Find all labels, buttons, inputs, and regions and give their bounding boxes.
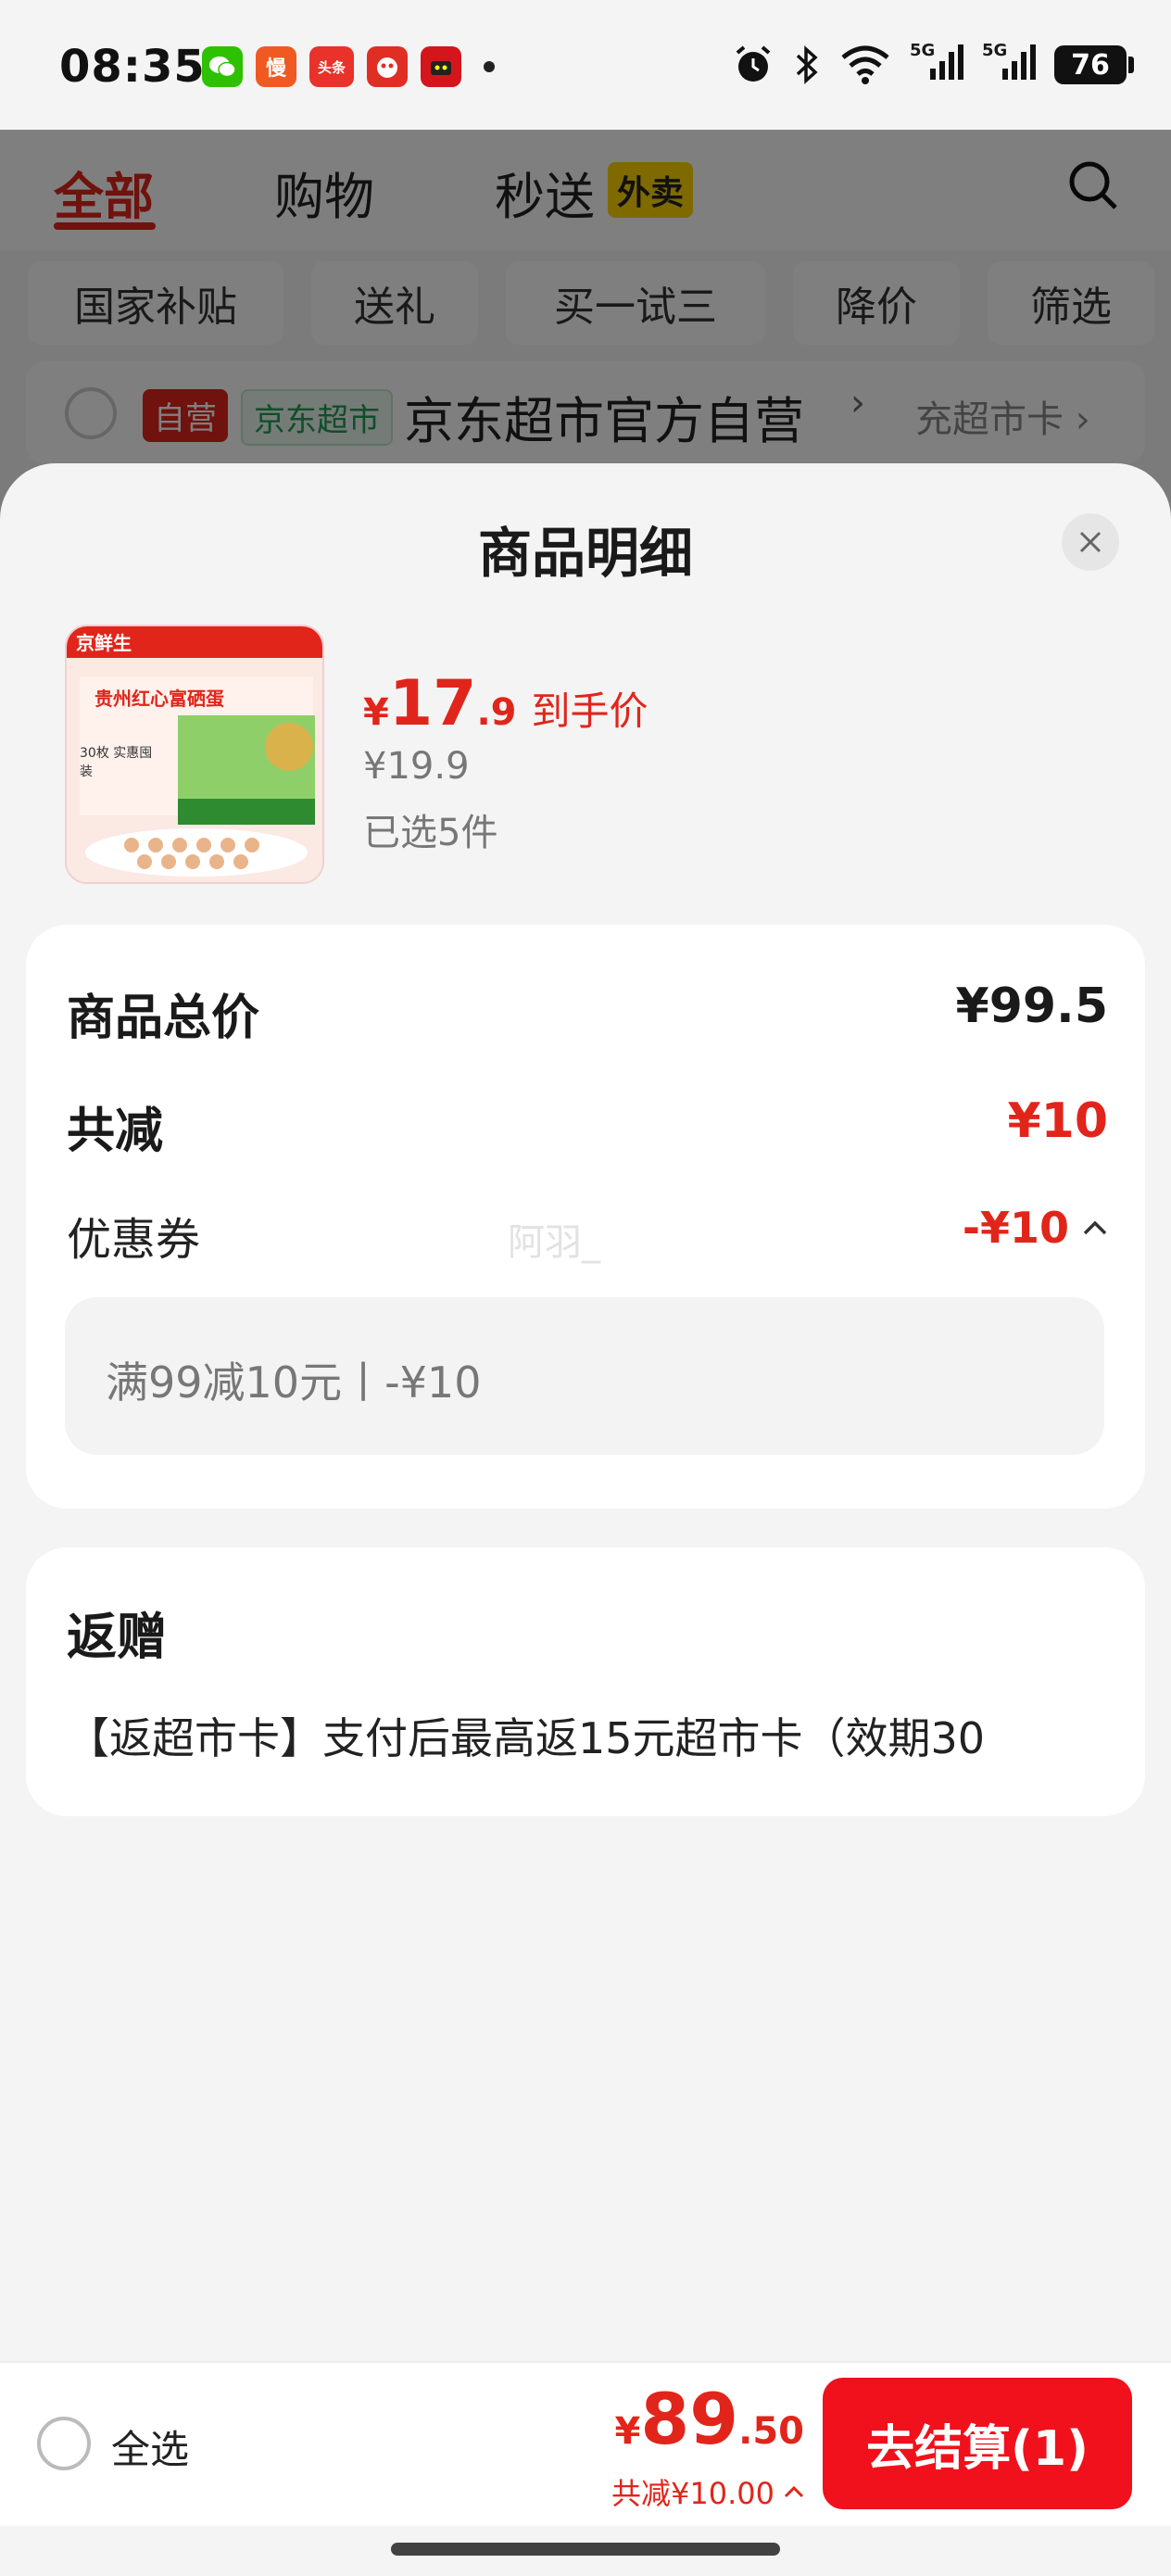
- product-detail-sheet: 商品明细 京鲜生 贵州红心富硒蛋 30枚 实惠囤装 ¥ 17 .9 到手价 ¥1…: [0, 463, 1171, 2576]
- notification-icons: 慢 头条: [202, 46, 495, 87]
- price-integer: 17: [388, 667, 477, 740]
- coupon-value: -¥10: [962, 1203, 1069, 1253]
- pinduoduo-icon: [367, 46, 408, 87]
- coupon-detail-text: 满99减10元丨-¥10: [106, 1357, 482, 1408]
- gift-description: 【返超市卡】支付后最高返15元超市卡（效期30: [67, 1713, 986, 1763]
- product-image[interactable]: 京鲜生 贵州红心富硒蛋 30枚 实惠囤装: [65, 625, 324, 884]
- checkout-bar: 全选 ¥ 89 .50 共减¥10.00 去结算(1): [0, 2361, 1171, 2526]
- selected-count: 已选5件: [363, 812, 498, 854]
- total-price-value: ¥99.5: [955, 979, 1108, 1034]
- total-price-label: 商品总价: [67, 991, 260, 1046]
- signal-5g-icon-2: 5G: [982, 41, 1036, 89]
- total-currency: ¥: [614, 2410, 641, 2453]
- product-image-title: 贵州红心富硒蛋: [94, 688, 224, 710]
- product-price: ¥ 17 .9 到手价: [363, 667, 648, 740]
- tmall-icon: [421, 46, 461, 87]
- bluetooth-icon: [793, 41, 821, 89]
- close-button[interactable]: [1062, 513, 1119, 571]
- product-image-brand: 京鲜生: [76, 632, 132, 654]
- alarm-icon: [732, 41, 774, 89]
- price-tag: 到手价: [531, 688, 648, 734]
- chevron-up-icon: [1083, 1220, 1107, 1235]
- close-icon: [1079, 531, 1102, 553]
- chevron-up-icon: [784, 2485, 804, 2498]
- price-currency: ¥: [363, 691, 389, 734]
- select-all-label[interactable]: 全选: [111, 2418, 189, 2475]
- home-indicator[interactable]: [391, 2543, 780, 2556]
- checkout-button[interactable]: 去结算(1): [823, 2378, 1132, 2509]
- discount-toggle[interactable]: 共减¥10.00: [611, 2470, 804, 2513]
- wechat-icon: [202, 46, 243, 87]
- coupon-label: 优惠券: [67, 1214, 201, 1266]
- product-image-badge: 30枚 实惠囤装: [80, 746, 153, 779]
- system-icons: 5G 5G 76: [732, 41, 1134, 89]
- coupon-detail: 满99减10元丨-¥10: [65, 1297, 1104, 1455]
- status-bar: 08:35 慢 头条 5G 5G 76: [0, 0, 1171, 130]
- more-notifications-dot: [484, 61, 495, 72]
- total-decimal: .50: [738, 2410, 804, 2453]
- total-price: ¥ 89 .50: [615, 2378, 804, 2460]
- battery-indicator: 76: [1054, 45, 1134, 84]
- original-price: ¥19.9: [363, 745, 470, 788]
- select-all-radio[interactable]: [37, 2417, 91, 2470]
- watermark: 阿羽_: [508, 1221, 600, 1264]
- gift-title: 返赠: [67, 1608, 167, 1666]
- total-integer: 89: [640, 2378, 739, 2460]
- gift-card: 返赠 【返超市卡】支付后最高返15元超市卡（效期30: [26, 1547, 1145, 1816]
- signal-5g-icon: 5G: [910, 41, 963, 89]
- price-decimal: .9: [476, 691, 517, 734]
- wifi-icon: [839, 41, 891, 89]
- discount-text: 共减¥10.00: [611, 2476, 774, 2511]
- total-reduce-label: 共减: [67, 1104, 164, 1159]
- toutiao-icon: 头条: [309, 46, 354, 87]
- total-reduce-value: ¥10: [1007, 1093, 1108, 1149]
- status-time: 08:35: [59, 41, 206, 93]
- coupon-toggle[interactable]: -¥10: [963, 1203, 1108, 1253]
- man-icon: 慢: [256, 46, 296, 87]
- price-summary-card: 商品总价 ¥99.5 共减 ¥10 优惠券 阿羽_ -¥10 满99减10元丨-…: [26, 925, 1145, 1509]
- sheet-title: 商品明细: [477, 522, 693, 585]
